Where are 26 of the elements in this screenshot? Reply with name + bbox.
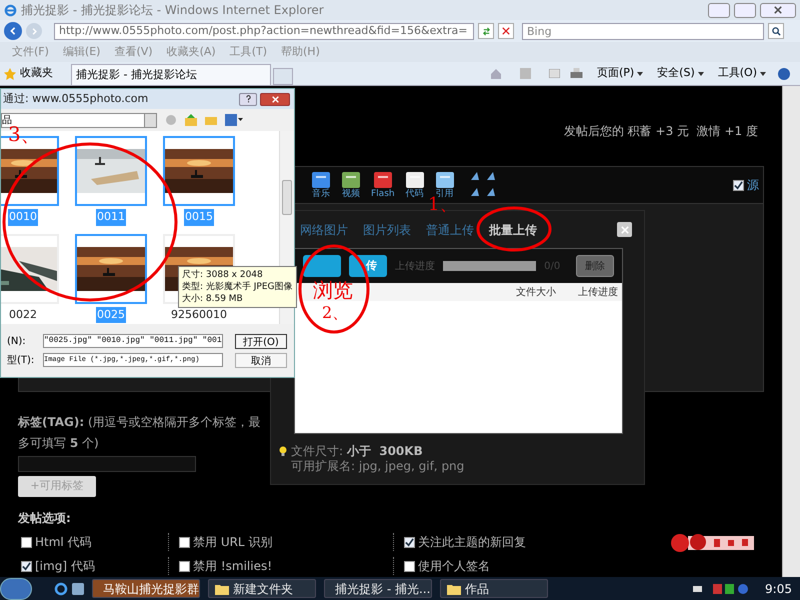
tooltip-line: 尺寸: 3088 x 2048 xyxy=(182,269,264,281)
option-label: 禁用 !smilies! xyxy=(193,558,272,575)
options-title: 发帖选项: xyxy=(18,510,72,527)
option-label: 关注此主题的新回复 xyxy=(418,534,526,551)
option-label: Html 代码 xyxy=(35,534,92,551)
option-label: 禁用 URL 识别 xyxy=(193,534,272,551)
column-header: 文件大小 xyxy=(516,286,556,300)
annotation-label: 2、 xyxy=(322,305,348,321)
credit-note: 发帖后您的 积蓄 +3 元 激情 +1 度 xyxy=(564,123,758,140)
extension-note: 可用扩展名: jpg, jpeg, gif, png xyxy=(291,459,464,474)
filename-label: (N): xyxy=(7,334,27,348)
tag-hint: 标签(TAG): (用逗号或空格隔开多个标签，最多可填写 5 个) xyxy=(18,415,261,450)
filetype-label: 型(T): xyxy=(7,354,35,368)
size-note: 文件尺寸: 小于 300KB xyxy=(291,444,424,459)
dialog-title: 通过: www.0555photo.com xyxy=(3,90,148,107)
window-title: 捕光捉影 - 捕光捉影论坛 - Windows Internet Explorer xyxy=(21,2,324,19)
column-header: 上传进度 xyxy=(578,286,618,300)
option-label: [img] 代码 xyxy=(35,558,95,575)
tooltip-line: 大小: 8.59 MB xyxy=(182,293,244,305)
clock: 9:05 xyxy=(765,580,792,598)
source-label: 源 xyxy=(747,177,759,194)
tooltip-line: 类型: 光影魔术手 JPEG图像 xyxy=(182,281,292,293)
annotation-label: 浏览 xyxy=(313,280,353,300)
annotation-label: 1、 xyxy=(428,196,458,214)
progress-label: 上传进度 xyxy=(395,260,436,274)
option-label: 使用个人签名 xyxy=(418,558,490,575)
